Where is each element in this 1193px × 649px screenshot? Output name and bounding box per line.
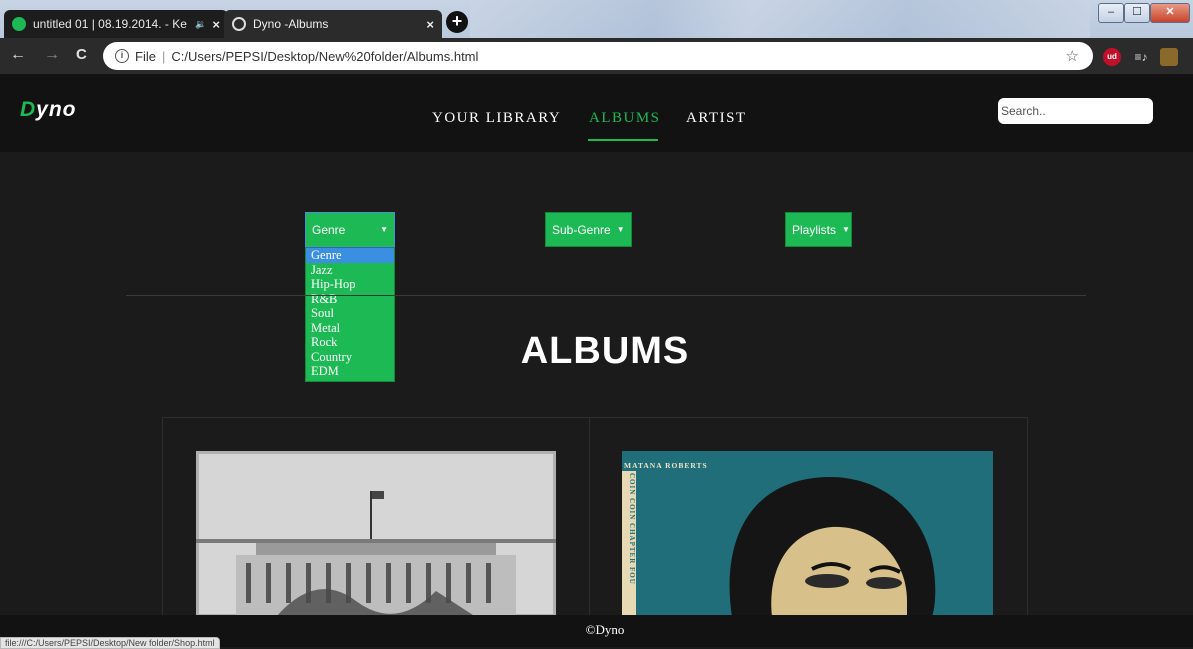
- search-input[interactable]: [998, 98, 1153, 124]
- browser-tab-albums[interactable]: Dyno -Albums ×: [224, 10, 442, 38]
- ublock-extension-icon[interactable]: ud: [1103, 48, 1121, 66]
- chevron-down-icon: ▼: [842, 225, 850, 234]
- chevron-down-icon: ▼: [380, 225, 388, 234]
- genre-option[interactable]: Hip-Hop: [306, 277, 394, 292]
- album-spine-text: COIN COIN CHAPTER FOU: [628, 473, 636, 585]
- browser-status-url: file:///C:/Users/PEPSI/Desktop/New folde…: [0, 637, 220, 649]
- site-header: Dyno YOUR LIBRARY ALBUMS ARTIST: [0, 74, 1193, 152]
- portrait-cover-art: [622, 451, 993, 617]
- chevron-down-icon: ▼: [616, 225, 625, 234]
- genre-option[interactable]: Genre: [306, 248, 394, 263]
- address-bar[interactable]: i File | C:/Users/PEPSI/Desktop/New%20fo…: [103, 42, 1093, 70]
- close-window-button[interactable]: ✕: [1150, 3, 1190, 23]
- close-tab-icon[interactable]: ×: [212, 17, 220, 32]
- minimize-button[interactable]: ‒: [1098, 3, 1124, 23]
- album-cover-text: MATANA ROBERTS: [624, 461, 708, 470]
- reload-icon[interactable]: C: [76, 46, 87, 63]
- url-text[interactable]: C:/Users/PEPSI/Desktop/New%20folder/Albu…: [171, 49, 478, 64]
- scheme-label: File: [135, 48, 156, 64]
- album-cover-2[interactable]: MATANA ROBERTS COIN COIN CHAPTER FOU: [622, 451, 993, 617]
- genre-option[interactable]: Jazz: [306, 263, 394, 278]
- tab-title: Dyno -Albums: [253, 17, 329, 31]
- site-logo[interactable]: Dyno: [20, 98, 77, 122]
- nav-artist[interactable]: ARTIST: [686, 110, 747, 127]
- info-icon[interactable]: i: [115, 49, 129, 63]
- genre-selected: Genre: [312, 222, 346, 237]
- titlebar-background: [470, 0, 1090, 38]
- maximize-button[interactable]: ☐: [1124, 3, 1150, 23]
- playlists-selected: Playlists: [792, 222, 837, 237]
- playlists-dropdown[interactable]: Playlists ▼: [785, 212, 852, 247]
- page-title: ALBUMS: [520, 330, 690, 372]
- genre-dropdown[interactable]: Genre ▼: [305, 212, 395, 247]
- genre-option[interactable]: Soul: [306, 306, 394, 321]
- bookmark-star-icon[interactable]: ☆: [1066, 47, 1079, 65]
- grid-divider: [589, 418, 590, 618]
- copyright-text: ©Dyno: [585, 622, 625, 637]
- sub-genre-selected: Sub-Genre: [552, 222, 611, 237]
- logo-initial: D: [20, 98, 37, 121]
- address-separator: |: [161, 48, 166, 64]
- tab-title: untitled 01 | 08.19.2014. - Ke: [33, 17, 187, 31]
- browser-toolbar: ← → C i File | C:/Users/PEPSI/Desktop/Ne…: [0, 38, 1193, 74]
- genre-option[interactable]: R&B: [306, 292, 394, 307]
- section-divider: [126, 295, 1086, 296]
- playlist-extension-icon[interactable]: ≡♪: [1132, 48, 1150, 66]
- new-tab-button[interactable]: +: [446, 11, 468, 33]
- album-cover-1[interactable]: [196, 451, 556, 617]
- white-house-cover-art: [196, 451, 556, 617]
- close-tab-icon[interactable]: ×: [426, 17, 434, 32]
- globe-icon: [232, 17, 246, 31]
- nav-active-underline: [588, 139, 658, 141]
- forward-arrow-icon[interactable]: →: [44, 46, 60, 64]
- audio-playing-icon[interactable]: 🔉: [195, 19, 206, 30]
- browser-tab-spotify[interactable]: untitled 01 | 08.19.2014. - Ke 🔉 ×: [4, 10, 228, 38]
- logo-rest: yno: [36, 98, 77, 121]
- nav-your-library[interactable]: YOUR LIBRARY: [432, 110, 561, 127]
- puzzle-extension-icon[interactable]: [1160, 48, 1178, 66]
- spotify-icon: [12, 17, 26, 31]
- back-arrow-icon[interactable]: ←: [10, 46, 26, 64]
- nav-albums[interactable]: ALBUMS: [589, 110, 661, 127]
- sub-genre-dropdown[interactable]: Sub-Genre ▼: [545, 212, 632, 247]
